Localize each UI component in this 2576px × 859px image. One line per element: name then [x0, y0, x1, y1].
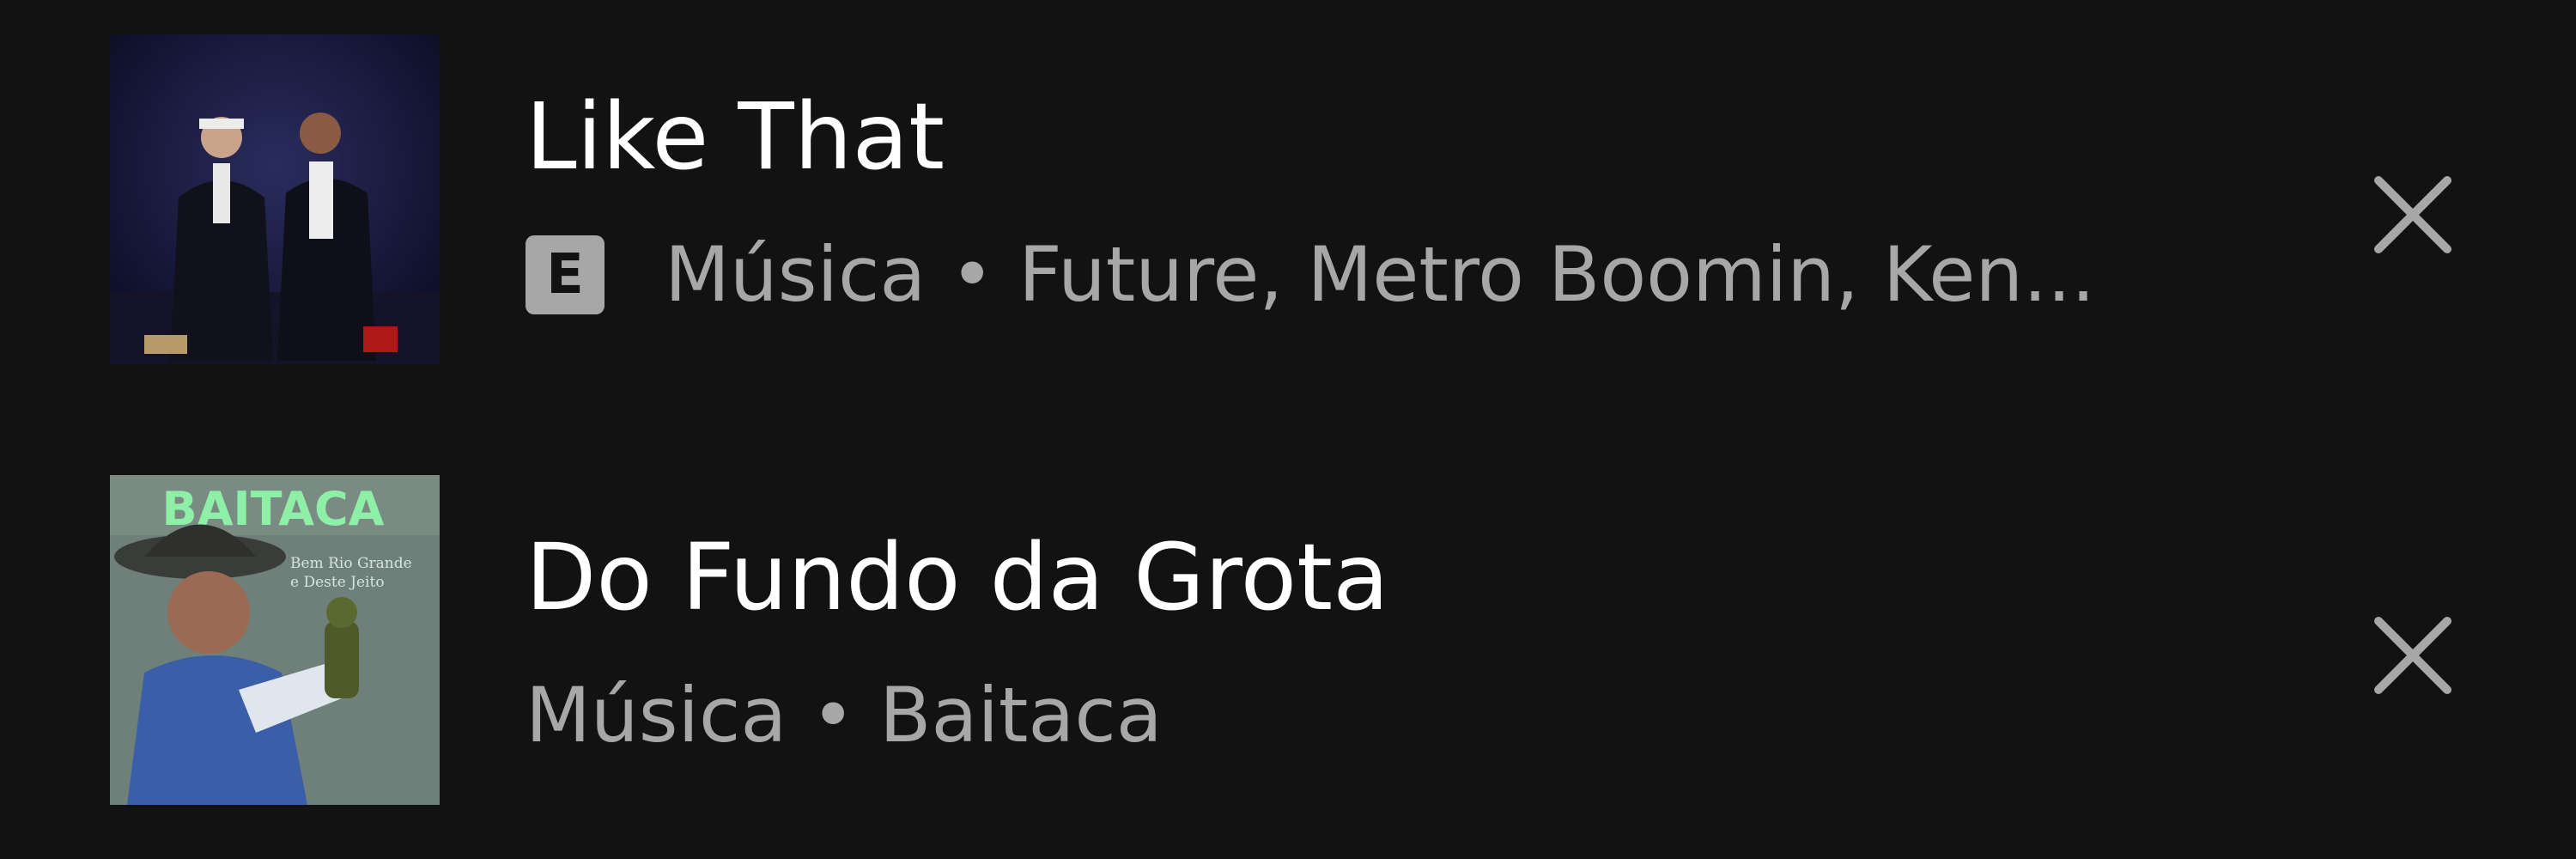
track-title: Like That [526, 84, 945, 191]
recent-searches-list: Like That E Música • Future, Metro Boomi… [0, 0, 2576, 859]
remove-button[interactable] [2361, 604, 2464, 707]
track-subtitle: Música • Future, Metro Boomin, Ken... [665, 232, 2096, 318]
track-title: Do Fundo da Grota [526, 525, 1389, 631]
album-cover: BAITACA Bem Rio Grande e Deste Jeito [110, 475, 440, 805]
album-cover-baitaca-icon: BAITACA Bem Rio Grande e Deste Jeito [110, 475, 440, 805]
track-subtitle-row: Música • Baitaca [526, 673, 2208, 758]
cover-subtext-2: e Deste Jeito [290, 574, 385, 591]
album-cover-like-that-icon [110, 34, 440, 364]
remove-button[interactable] [2361, 163, 2464, 266]
track-subtitle-row: E Música • Future, Metro Boomin, Ken... [526, 232, 2208, 318]
track-subtitle: Música • Baitaca [526, 673, 1163, 758]
close-icon [2374, 176, 2451, 253]
explicit-badge: E [526, 235, 605, 314]
list-item[interactable]: BAITACA Bem Rio Grande e Deste Jeito Do … [0, 475, 2576, 810]
list-item[interactable]: Like That E Música • Future, Metro Boomi… [0, 34, 2576, 369]
close-icon [2374, 617, 2451, 694]
album-cover [110, 34, 440, 364]
cover-subtext-1: Bem Rio Grande [290, 555, 412, 572]
